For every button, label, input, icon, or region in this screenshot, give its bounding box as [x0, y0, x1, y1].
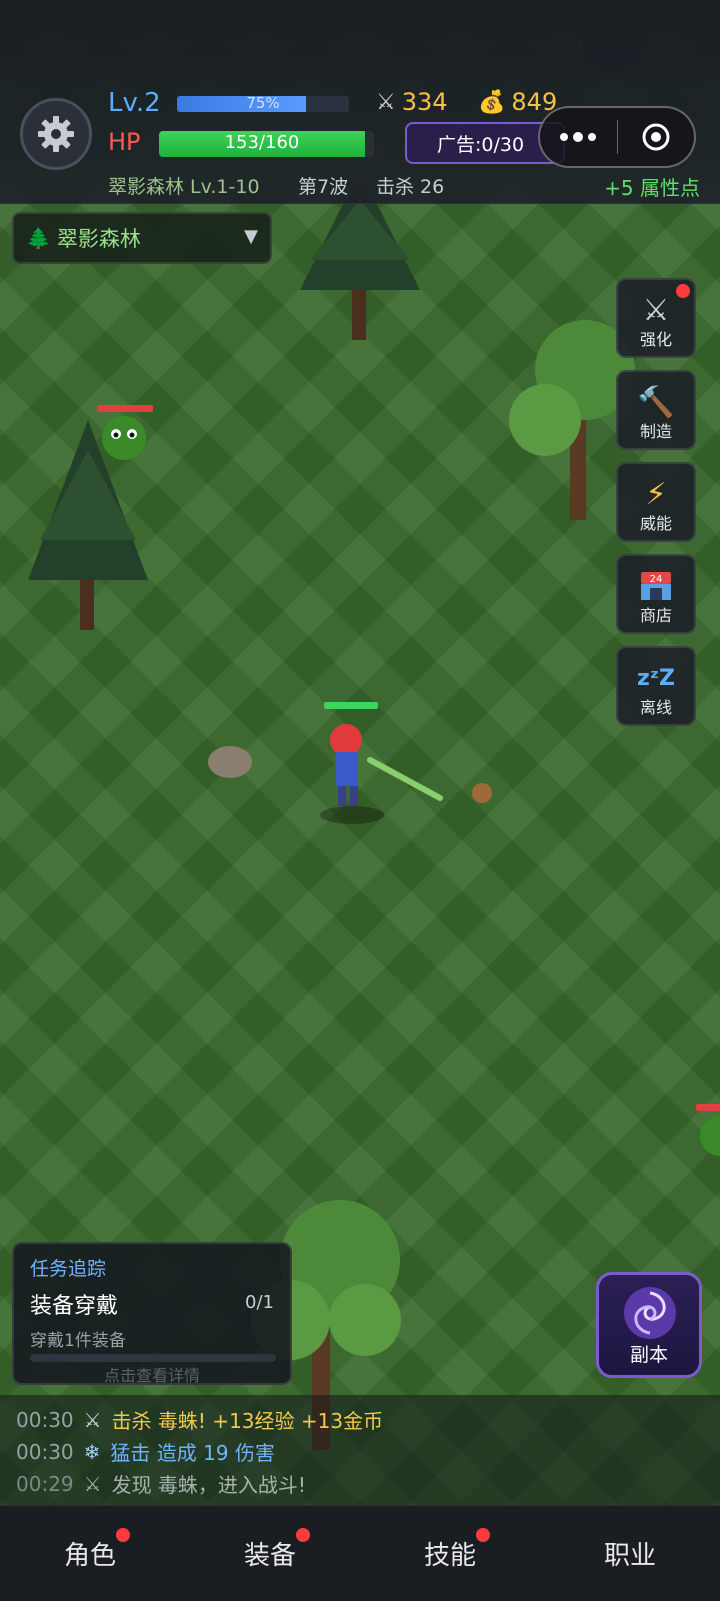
craft-button[interactable]: 🔨 制造	[616, 370, 696, 450]
combat-log: 00:30 ⚔ 击杀 毒蛛! +13经验 +13金币 00:30 ❄ 猛击 造成…	[0, 1395, 720, 1505]
top-hud: Lv.2 75% HP 153/160 ⚔ 334 💰 849 广告:0/30 …	[0, 0, 720, 204]
power-button[interactable]: ⚡ 威能	[616, 462, 696, 542]
log-line: 00:30 ❄ 猛击 造成 19 伤害	[16, 1437, 275, 1466]
gear-icon	[38, 116, 74, 152]
attack-value: 334	[401, 88, 448, 116]
notification-dot	[116, 1528, 130, 1542]
quest-progress-bar	[30, 1354, 276, 1362]
tree-icon: 🌲	[26, 226, 51, 250]
zone-info: 翠影森林 Lv.1-10	[108, 176, 260, 198]
enhance-label: 强化	[639, 330, 672, 349]
enhance-button[interactable]: ⚔ 强化	[616, 278, 696, 358]
tab-label: 装备	[243, 1541, 296, 1571]
tab-class[interactable]: 职业	[540, 1506, 720, 1601]
log-text: 发现 毒蛛，进入战斗!	[111, 1473, 306, 1497]
vortex-icon	[624, 1287, 676, 1339]
more-dots-icon	[560, 132, 597, 142]
tab-skills[interactable]: 技能	[360, 1506, 540, 1601]
tab-character[interactable]: 角色	[0, 1506, 180, 1601]
quest-detail-hint: 点击查看详情	[103, 1366, 200, 1385]
mini-program-capsule	[538, 106, 696, 168]
loot-drop	[472, 783, 492, 803]
log-line: 00:29 ⚔ 发现 毒蛛，进入战斗!	[16, 1469, 306, 1498]
quest-header: 任务追踪	[30, 1258, 107, 1280]
settings-button[interactable]	[20, 98, 92, 170]
dungeon-label: 副本	[629, 1344, 668, 1366]
log-text: 击杀 毒蛛! +13经验 +13金币	[111, 1409, 384, 1433]
quest-progress-count: 0/1	[245, 1292, 274, 1313]
quest-title: 装备穿戴	[30, 1294, 119, 1319]
notification-dot	[676, 284, 690, 298]
offline-label: 离线	[639, 698, 672, 717]
money-bag-icon: 💰	[478, 89, 506, 115]
swords-icon: ⚔	[83, 1471, 102, 1496]
store-button[interactable]: 24 商店	[616, 554, 696, 634]
snowflake-icon: ❄	[83, 1439, 101, 1464]
store-label: 商店	[639, 606, 672, 625]
hero-character	[320, 702, 443, 824]
swords-icon: ⚔	[83, 1407, 102, 1432]
tab-label: 角色	[63, 1541, 116, 1571]
bottom-tab-bar: 角色 装备 技能 职业	[0, 1505, 720, 1601]
zone-selector-label: 翠影森林	[56, 227, 141, 251]
attack-stat: ⚔ 334	[376, 88, 448, 116]
hp-label: HP	[108, 128, 141, 156]
rock	[208, 746, 252, 778]
tab-label: 技能	[423, 1541, 476, 1571]
slime-enemy-edge	[696, 1104, 720, 1156]
target-icon	[642, 123, 670, 151]
kill-count: 击杀 26	[376, 176, 445, 198]
quest-tracker[interactable]: 任务追踪 装备穿戴 0/1 穿戴1件装备 点击查看详情	[12, 1242, 292, 1385]
exp-text: 75%	[246, 94, 280, 112]
log-time: 00:29	[16, 1471, 74, 1496]
slime-enemy	[97, 405, 153, 460]
attribute-points[interactable]: +5 属性点	[604, 172, 700, 201]
log-time: 00:30	[16, 1407, 74, 1432]
dungeon-button[interactable]: 副本	[596, 1272, 702, 1378]
notification-dot	[296, 1528, 310, 1542]
quest-description: 穿戴1件装备	[30, 1331, 126, 1351]
zone-selector[interactable]: 🌲 翠影森林 ▼	[12, 212, 272, 264]
level-text: Lv.2	[108, 88, 161, 118]
hp-text: 153/160	[224, 132, 300, 153]
log-text: 猛击 造成 19 伤害	[110, 1441, 275, 1465]
chevron-down-icon: ▼	[244, 226, 258, 247]
power-label: 威能	[639, 514, 672, 533]
tab-label: 职业	[603, 1541, 656, 1571]
log-line: 00:30 ⚔ 击杀 毒蛛! +13经验 +13金币	[16, 1405, 383, 1434]
store-icon-text: 24	[650, 574, 663, 585]
swords-icon: ⚔	[376, 89, 396, 115]
offline-button[interactable]: zᶻZ 离线	[616, 646, 696, 726]
notification-dot	[476, 1528, 490, 1542]
close-miniprogram-button[interactable]	[618, 108, 695, 166]
craft-label: 制造	[639, 422, 672, 441]
tab-equipment[interactable]: 装备	[180, 1506, 360, 1601]
more-button[interactable]	[540, 108, 617, 166]
wave-info: 第7波	[298, 176, 349, 198]
log-time: 00:30	[16, 1439, 74, 1464]
